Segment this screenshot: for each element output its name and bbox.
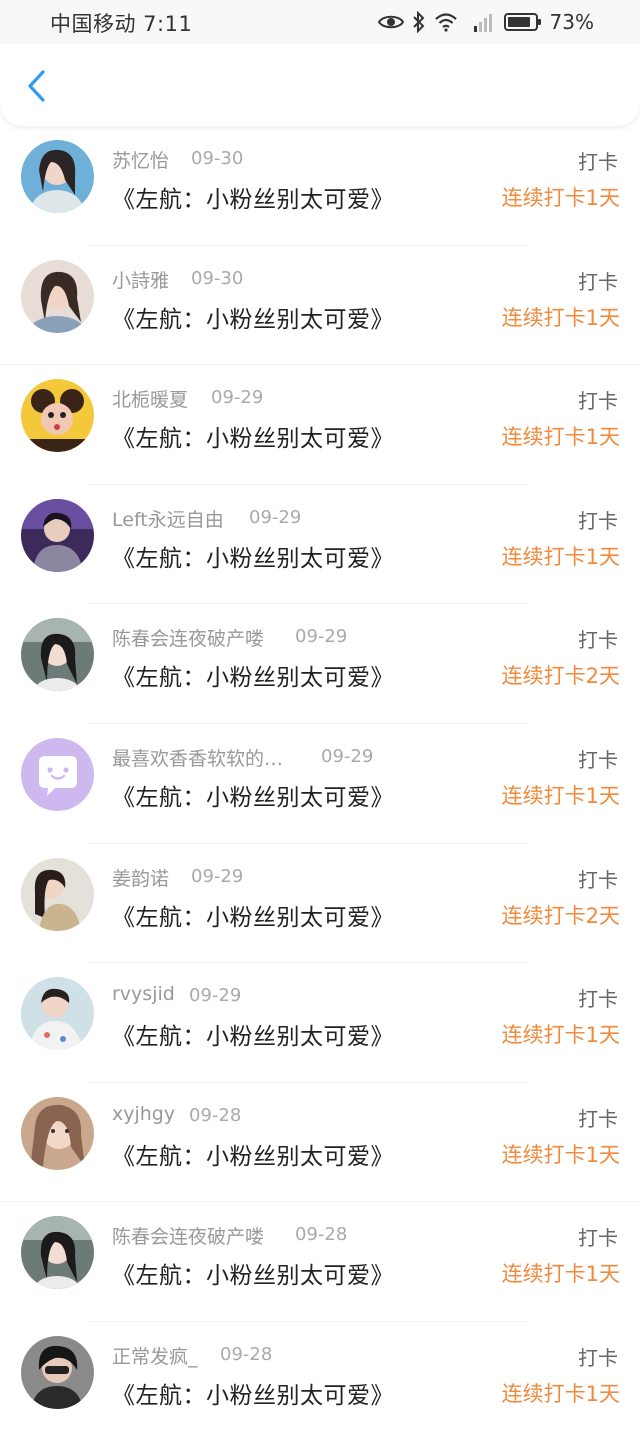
chevron-left-icon xyxy=(25,69,47,107)
checkin-label: 打卡 xyxy=(578,1226,618,1251)
username[interactable]: Left永远自由 xyxy=(112,505,224,532)
checkin-label: 打卡 xyxy=(578,150,618,174)
username[interactable]: 苏忆怡 xyxy=(112,146,169,173)
book-title[interactable]: 《左航：小粉丝别太可爱》 xyxy=(112,1376,394,1410)
avatar[interactable] xyxy=(21,618,94,692)
date: 09-29 xyxy=(189,985,242,1007)
bluetooth-icon xyxy=(412,11,426,33)
book-title[interactable]: 《左航：小粉丝别太可爱》 xyxy=(112,1017,394,1051)
battery-percent: 73% xyxy=(549,10,594,34)
username[interactable]: xyjhgy xyxy=(112,1103,175,1125)
list-item[interactable]: rvysjid 09-29 《左航：小粉丝别太可爱》 打卡 连续打卡1天 xyxy=(0,963,640,1083)
book-title[interactable]: 《左航：小粉丝别太可爱》 xyxy=(112,658,394,692)
date: 09-29 xyxy=(295,626,348,648)
streak-label: 连续打卡1天 xyxy=(501,1142,620,1167)
date: 09-29 xyxy=(249,506,302,528)
list-item[interactable]: 陈春会连夜破产喽 09-28 《左航：小粉丝别太可爱》 打卡 连续打卡1天 xyxy=(0,1202,640,1322)
date: 09-29 xyxy=(191,865,244,887)
streak-label: 连续打卡1天 xyxy=(501,425,620,450)
checkin-label: 打卡 xyxy=(578,747,618,772)
checkin-label: 打卡 xyxy=(578,628,618,653)
book-title[interactable]: 《左航：小粉丝别太可爱》 xyxy=(112,1256,394,1290)
list-item[interactable]: xyjhgy 09-28 《左航：小粉丝别太可爱》 打卡 连续打卡1天 xyxy=(0,1083,640,1203)
streak-label: 连续打卡1天 xyxy=(501,783,620,808)
streak-label: 连续打卡1天 xyxy=(501,1023,620,1048)
avatar[interactable] xyxy=(21,857,94,931)
streak-label: 连续打卡1天 xyxy=(501,1262,620,1287)
default-avatar[interactable] xyxy=(21,737,94,811)
battery-icon xyxy=(503,12,542,32)
back-button[interactable] xyxy=(18,68,54,108)
avatar[interactable] xyxy=(21,498,94,572)
list-item[interactable]: 姜韵诺 09-29 《左航：小粉丝别太可爱》 打卡 连续打卡2天 xyxy=(0,844,640,964)
signal-icon xyxy=(466,11,496,33)
checkin-label: 打卡 xyxy=(578,987,618,1012)
date: 09-28 xyxy=(295,1224,348,1246)
book-title[interactable]: 《左航：小粉丝别太可爱》 xyxy=(112,180,394,214)
date: 09-28 xyxy=(220,1343,273,1365)
eye-icon xyxy=(377,13,404,31)
avatar[interactable] xyxy=(21,259,94,333)
username[interactable]: 姜韵诺 xyxy=(112,864,169,891)
streak-label: 连续打卡1天 xyxy=(501,305,620,330)
username[interactable]: 陈春会连夜破产喽 xyxy=(112,1222,264,1249)
username[interactable]: 小詩雅 xyxy=(112,266,169,293)
avatar[interactable] xyxy=(21,1335,94,1409)
checkin-label: 打卡 xyxy=(578,867,618,892)
date: 09-30 xyxy=(191,267,244,289)
checkin-label: 打卡 xyxy=(578,389,618,414)
book-title[interactable]: 《左航：小粉丝别太可爱》 xyxy=(112,539,394,573)
list-item[interactable]: 最喜欢香香软软的… 09-29 《左航：小粉丝别太可爱》 打卡 连续打卡1天 xyxy=(0,724,640,844)
date: 09-29 xyxy=(211,387,264,409)
username[interactable]: 北栀暖夏 xyxy=(112,385,188,412)
username[interactable]: rvysjid xyxy=(112,983,175,1005)
status-icons: 73% xyxy=(377,8,594,36)
avatar[interactable] xyxy=(21,1216,94,1290)
avatar[interactable] xyxy=(21,977,94,1051)
checkin-label: 打卡 xyxy=(578,269,618,294)
streak-label: 连续打卡2天 xyxy=(501,664,620,689)
list-item[interactable]: 陈春会连夜破产喽 09-29 《左航：小粉丝别太可爱》 打卡 连续打卡2天 xyxy=(0,604,640,724)
list-item[interactable]: 北栀暖夏 09-29 《左航：小粉丝别太可爱》 打卡 连续打卡1天 xyxy=(0,365,640,485)
streak-label: 连续打卡1天 xyxy=(501,1381,620,1406)
carrier-time: 中国移动 7:11 xyxy=(50,12,193,36)
streak-label: 连续打卡2天 xyxy=(501,903,620,928)
book-title[interactable]: 《左航：小粉丝别太可爱》 xyxy=(112,1137,394,1171)
status-bar: 中国移动 7:11 73% xyxy=(0,0,640,44)
username[interactable]: 最喜欢香香软软的… xyxy=(112,744,283,771)
checkin-label: 打卡 xyxy=(578,1345,618,1370)
checkin-list: 苏忆怡 09-30 《左航：小粉丝别太可爱》 打卡 连续打卡1天 小詩雅 09-… xyxy=(0,126,640,1442)
book-title[interactable]: 《左航：小粉丝别太可爱》 xyxy=(112,300,394,334)
nav-bar xyxy=(0,44,640,126)
book-title[interactable]: 《左航：小粉丝别太可爱》 xyxy=(112,778,394,812)
avatar[interactable] xyxy=(21,1096,94,1170)
streak-label: 连续打卡1天 xyxy=(501,186,620,210)
checkin-label: 打卡 xyxy=(578,508,618,533)
wifi-icon xyxy=(434,12,458,32)
checkin-label: 打卡 xyxy=(578,1106,618,1131)
avatar[interactable] xyxy=(21,140,94,213)
date: 09-30 xyxy=(191,148,244,169)
list-item[interactable]: 小詩雅 09-30 《左航：小粉丝别太可爱》 打卡 连续打卡1天 xyxy=(0,246,640,366)
date: 09-29 xyxy=(321,745,374,767)
book-title[interactable]: 《左航：小粉丝别太可爱》 xyxy=(112,419,394,453)
username[interactable]: 陈春会连夜破产喽 xyxy=(112,624,264,651)
list-item[interactable]: 苏忆怡 09-30 《左航：小粉丝别太可爱》 打卡 连续打卡1天 xyxy=(0,126,640,246)
username[interactable]: 正常发疯_ xyxy=(112,1342,198,1369)
list-item[interactable]: 正常发疯_ 09-28 《左航：小粉丝别太可爱》 打卡 连续打卡1天 xyxy=(0,1322,640,1442)
book-title[interactable]: 《左航：小粉丝别太可爱》 xyxy=(112,898,394,932)
list-item[interactable]: Left永远自由 09-29 《左航：小粉丝别太可爱》 打卡 连续打卡1天 xyxy=(0,485,640,605)
streak-label: 连续打卡1天 xyxy=(501,544,620,569)
avatar[interactable] xyxy=(21,379,94,453)
date: 09-28 xyxy=(189,1104,242,1126)
